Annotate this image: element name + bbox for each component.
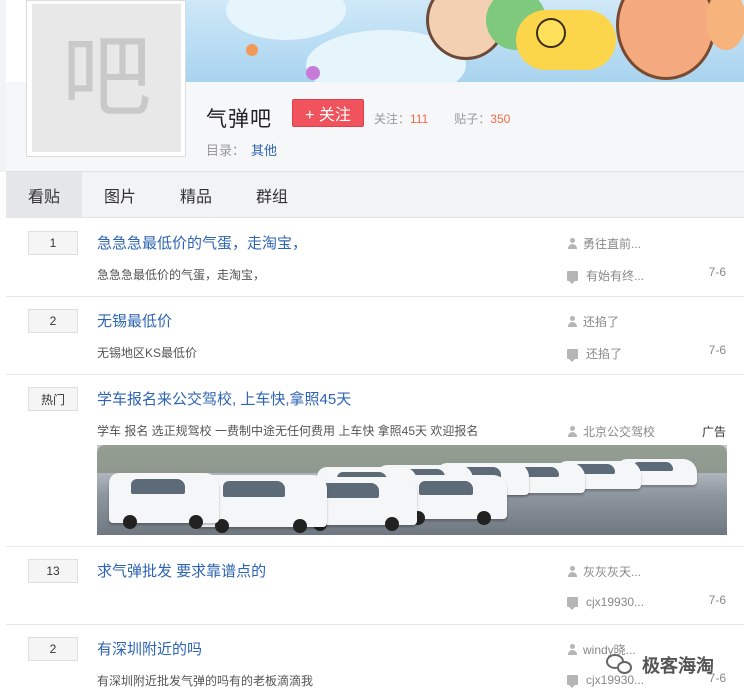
thread-date: 7-6 [708, 343, 726, 357]
avatar-char: 吧 [61, 25, 152, 130]
author-icon [567, 316, 578, 327]
post-count: 350 [490, 112, 511, 126]
forum-catalog: 目录： 其他 [206, 140, 277, 159]
thread-author[interactable]: 还掐了 [583, 313, 619, 330]
duck-icon [516, 10, 616, 70]
thread-title[interactable]: 有深圳附近的吗 [97, 638, 202, 659]
forum-avatar[interactable]: 吧 [26, 0, 186, 157]
thread-title[interactable]: 求气弹批发 要求靠谱点的 [97, 560, 266, 581]
thread-list: 1 急急急最低价的气蛋，走淘宝， 急急急最低价的气蛋，走淘宝， 勇往直前... … [6, 219, 744, 698]
watermark: 极客海淘 [606, 652, 714, 678]
hot-badge: 热门 [28, 387, 78, 411]
thread-abstract: 无锡地区KS最低价 [97, 346, 198, 360]
thread-abstract: 急急急最低价的气蛋，走淘宝， [97, 268, 266, 282]
author-icon [567, 238, 578, 249]
bear-icon [616, 0, 716, 80]
tab-groups[interactable]: 群组 [234, 172, 310, 218]
catalog-label: 目录： [206, 143, 246, 158]
ad-image[interactable] [97, 445, 727, 535]
author-icon [567, 426, 578, 437]
follow-count-label: 关注： [374, 112, 411, 126]
author-icon [567, 566, 578, 577]
thread-title[interactable]: 急急急最低价的气蛋，走淘宝， [97, 232, 307, 253]
follow-count: 111 [410, 112, 429, 126]
ad-abstract: 学车 报名 选正规驾校 一费制中途无任何费用 上车快 拿照45天 欢迎报名 [97, 424, 479, 438]
tab-pictures[interactable]: 图片 [82, 172, 158, 218]
forum-tabs: 看贴 图片 精品 群组 [6, 172, 744, 218]
thread-abstract: 有深圳附近批发气弹的吗有的老板滴滴我 [97, 674, 314, 688]
ad-title[interactable]: 学车报名来公交驾校, 上车快,拿照45天 [97, 388, 351, 409]
reply-icon [567, 270, 578, 284]
author-icon [567, 644, 578, 655]
last-reply-user[interactable]: 有始有终... [586, 267, 644, 284]
ad-author[interactable]: 北京公交驾校 [583, 423, 655, 440]
reply-count: 1 [28, 231, 78, 255]
thread-row[interactable]: 2 无锡最低价 无锡地区KS最低价 还掐了 还掐了 7-6 [6, 297, 744, 375]
follow-button[interactable]: + 关注 [292, 99, 364, 127]
catalog-link[interactable]: 其他 [251, 143, 277, 158]
thread-row[interactable]: 1 急急急最低价的气蛋，走淘宝， 急急急最低价的气蛋，走淘宝， 勇往直前... … [6, 219, 744, 297]
forum-stats: 关注：111 贴子：350 [374, 110, 536, 127]
reply-icon [567, 348, 578, 362]
wechat-icon [606, 652, 636, 678]
reply-count: 2 [28, 637, 78, 661]
reply-icon [567, 597, 578, 610]
thread-date: 7-6 [708, 265, 726, 279]
thread-author[interactable]: 勇往直前... [583, 235, 641, 252]
thread-date: 7-6 [708, 593, 726, 607]
last-reply-user[interactable]: 还掐了 [586, 345, 622, 362]
ad-row[interactable]: 热门 学车报名来公交驾校, 上车快,拿照45天 学车 报名 选正规驾校 一费制中… [6, 375, 744, 547]
tab-threads[interactable]: 看贴 [6, 172, 82, 218]
thread-author[interactable]: 灰灰灰天... [583, 563, 641, 580]
tab-featured[interactable]: 精品 [158, 172, 234, 218]
ad-tag: 广告 [701, 425, 726, 439]
thread-row[interactable]: 13 求气弹批发 要求靠谱点的 灰灰灰天... cjx19930... 7-6 [6, 547, 744, 625]
forum-name[interactable]: 气弹吧 [206, 103, 272, 133]
thread-title[interactable]: 无锡最低价 [97, 310, 172, 331]
reply-count: 13 [28, 559, 78, 583]
watermark-text: 极客海淘 [642, 656, 714, 676]
reply-count: 2 [28, 309, 78, 333]
reply-icon [567, 675, 578, 688]
forum-banner [186, 0, 744, 82]
last-reply-user[interactable]: cjx19930... [586, 595, 644, 609]
post-count-label: 贴子： [454, 112, 491, 126]
